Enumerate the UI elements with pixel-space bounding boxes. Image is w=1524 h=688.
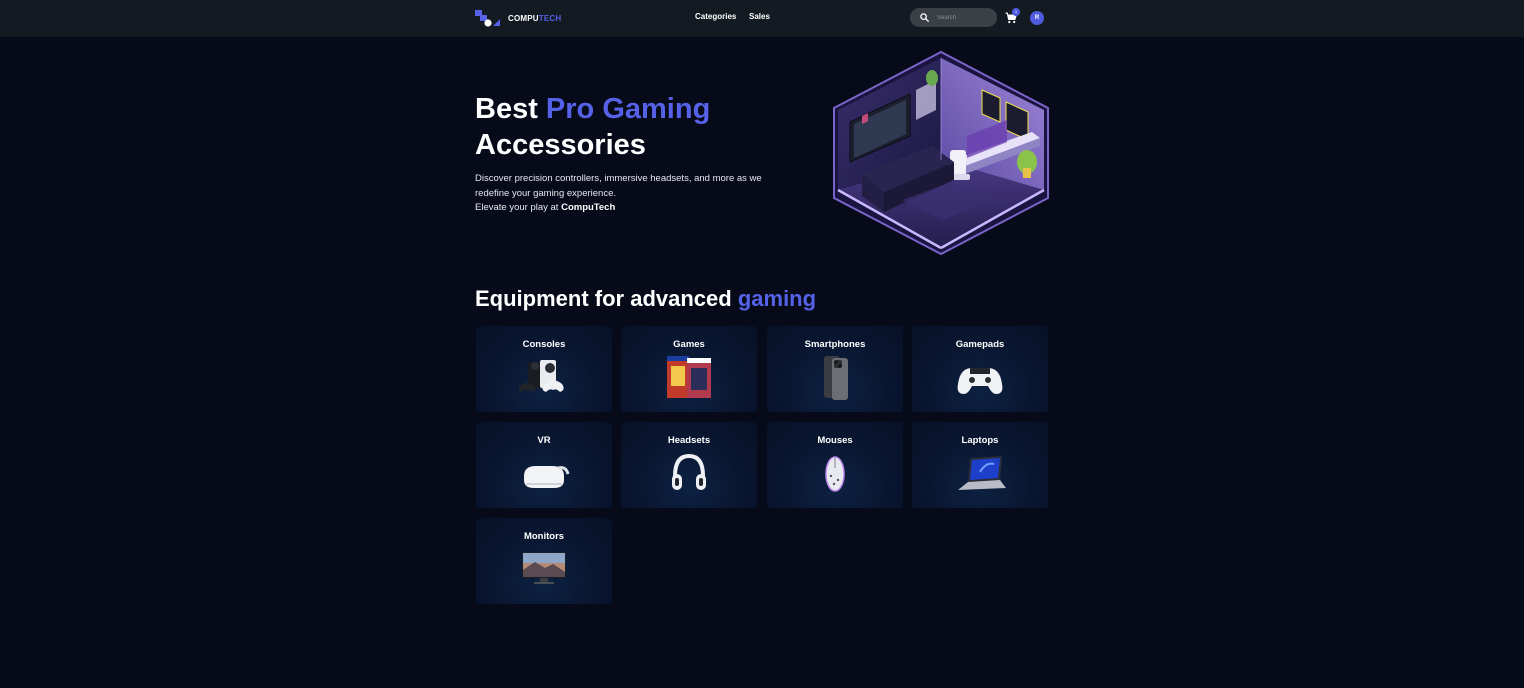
search-bar[interactable] [910, 8, 997, 27]
laptop-icon [958, 456, 1006, 490]
category-label: Smartphones [804, 339, 866, 350]
category-card-laptops[interactable]: Laptops [912, 422, 1048, 508]
hero-title: Best Pro Gaming Accessories [475, 93, 711, 161]
nav-categories-link[interactable]: Categories [695, 12, 736, 21]
smartphone-icon [824, 356, 848, 400]
user-avatar[interactable]: R [1030, 11, 1044, 25]
top-navbar: COMPUTECH Categories Sales 1 R [0, 0, 1524, 37]
hero-description: Discover precision controllers, immersiv… [475, 173, 762, 213]
gamepad-icon [957, 368, 1003, 394]
category-card-gamepads[interactable]: Gamepads [912, 326, 1048, 412]
category-card-headsets[interactable]: Headsets [621, 422, 757, 508]
category-label: Gamepads [955, 339, 1005, 350]
category-card-monitors[interactable]: Monitors [476, 518, 612, 604]
category-card-smartphones[interactable]: Smartphones [767, 326, 903, 412]
category-card-mouses[interactable]: Mouses [767, 422, 903, 508]
monitor-icon [522, 552, 566, 584]
brand-logo[interactable]: COMPUTECH [475, 9, 561, 27]
category-card-games[interactable]: Games [621, 326, 757, 412]
console-icon [518, 360, 564, 392]
category-card-vr[interactable]: VR [476, 422, 612, 508]
mouse-icon [825, 456, 845, 492]
equipment-section-title: Equipment for advanced gaming [475, 286, 817, 311]
search-input[interactable] [937, 14, 992, 21]
category-label: Mouses [817, 435, 853, 446]
search-icon [920, 13, 929, 22]
category-label: VR [537, 435, 551, 446]
logo-text: COMPUTECH [508, 13, 562, 23]
vr-headset-icon [524, 466, 570, 488]
logo-icon [475, 9, 500, 27]
category-label: Consoles [522, 339, 566, 350]
isometric-gaming-room-illustration [833, 50, 1049, 255]
nav-sales-link[interactable]: Sales [749, 12, 770, 21]
game-box-icon [667, 356, 711, 398]
category-card-consoles[interactable]: Consoles [476, 326, 612, 412]
headphones-icon [672, 453, 706, 490]
category-label: Games [673, 339, 705, 350]
cart-count-badge: 1 [1012, 8, 1020, 16]
category-label: Laptops [961, 435, 999, 446]
category-label: Headsets [667, 435, 711, 446]
category-label: Monitors [523, 531, 565, 542]
